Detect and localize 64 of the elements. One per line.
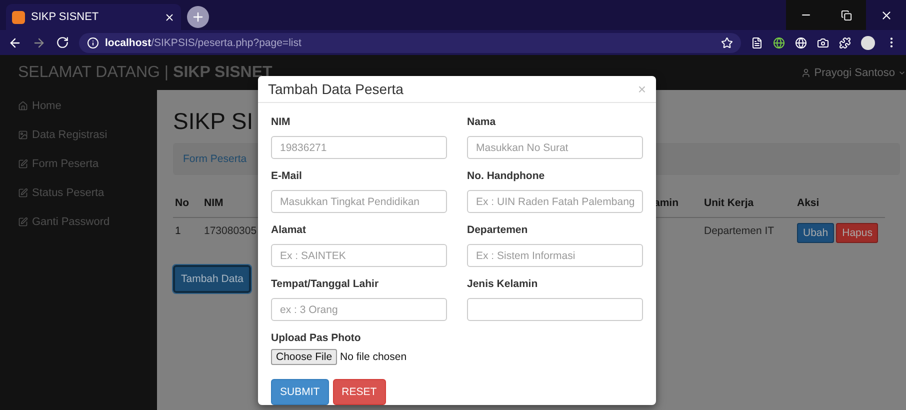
camera-icon[interactable]	[817, 36, 829, 48]
field-label: Tempat/Tanggal Lahir	[271, 278, 380, 290]
forward-icon[interactable]	[32, 36, 46, 50]
file-status: No file chosen	[340, 351, 407, 363]
modal-title: Tambah Data Peserta	[268, 81, 404, 97]
column-header: Aksi	[795, 189, 885, 218]
home-icon	[18, 101, 28, 111]
browser-tab[interactable]: SIKP SISNET	[6, 4, 181, 30]
field-label: E-Mail	[271, 170, 303, 182]
profile-avatar[interactable]	[861, 36, 875, 50]
user-menu[interactable]: Prayogi Santoso	[801, 66, 906, 78]
table-cell-text: 173080305	[203, 224, 258, 239]
back-icon[interactable]	[8, 36, 22, 50]
delete-button[interactable]: Hapus	[836, 223, 878, 243]
field-label: Jenis Kelamin	[467, 278, 539, 290]
table-cell-text: 1	[174, 224, 182, 239]
extension-icon[interactable]	[751, 36, 763, 48]
sidebar-item[interactable]: Status Peserta	[18, 187, 157, 199]
input-field[interactable]: Ex : SAINTEK	[271, 244, 447, 267]
reload-icon[interactable]	[56, 36, 69, 49]
sidebar-item[interactable]: Form Peserta	[18, 158, 157, 170]
brand-title: SELAMAT DATANG | SIKP SISNET	[18, 64, 272, 82]
input-field[interactable]: Ex : Sistem Informasi	[467, 244, 643, 267]
sidebar-item[interactable]: Ganti Password	[18, 216, 157, 228]
user-icon[interactable]	[801, 68, 812, 78]
edit-icon	[18, 217, 28, 227]
tab-title: SIKP SISNET	[31, 11, 100, 23]
choose-file-button[interactable]: Choose File	[271, 349, 338, 365]
field-label: NIM	[271, 116, 292, 128]
restore-button[interactable]	[826, 0, 866, 30]
input-field[interactable]	[467, 298, 643, 321]
sidebar-item[interactable]: Data Registrasi	[18, 129, 157, 141]
input-field[interactable]: Ex : UIN Raden Fatah Palembang	[467, 190, 643, 213]
input-field[interactable]: Masukkan Tingkat Pendidikan	[271, 190, 447, 213]
field-label: Alamat	[271, 224, 308, 236]
edit-icon	[18, 188, 28, 198]
field-label: Nama	[467, 116, 497, 128]
input-field[interactable]: Masukkan No Surat	[467, 136, 643, 159]
reset-button[interactable]: RESET	[332, 379, 386, 405]
page-heading: SIKP SI	[173, 108, 254, 135]
column-header: Unit Kerja	[702, 189, 795, 218]
sidebar-item[interactable]: Home	[18, 100, 157, 112]
close-button[interactable]: ×	[638, 81, 646, 97]
site-favicon-icon	[12, 10, 25, 24]
close-icon[interactable]	[880, 8, 892, 22]
image-icon	[18, 130, 28, 140]
address-bar[interactable]: localhost/SIKPSIS/peserta.php?page=list	[79, 32, 741, 52]
new-tab-button[interactable]	[187, 6, 209, 28]
field-label: Upload Pas Photo	[271, 332, 362, 344]
close-icon[interactable]	[164, 12, 175, 22]
submit-button[interactable]: SUBMIT	[271, 379, 329, 405]
restore-icon[interactable]	[840, 10, 852, 20]
field-label: No. Handphone	[467, 170, 546, 182]
input-field[interactable]: ex : 3 Orang	[271, 298, 447, 321]
edit-icon	[18, 159, 28, 169]
extensions-icon[interactable]	[839, 36, 851, 48]
table-cell-text: Departemen IT	[703, 224, 776, 239]
breadcrumb-link[interactable]: Form Peserta	[183, 153, 247, 165]
input-field[interactable]: 19836271	[271, 136, 447, 159]
field-label: Departemen	[467, 224, 529, 236]
globe-icon[interactable]	[773, 36, 785, 48]
column-header: No	[173, 189, 202, 218]
edit-button[interactable]: Ubah	[797, 223, 834, 243]
add-data-button[interactable]: Tambah Data	[173, 265, 252, 293]
